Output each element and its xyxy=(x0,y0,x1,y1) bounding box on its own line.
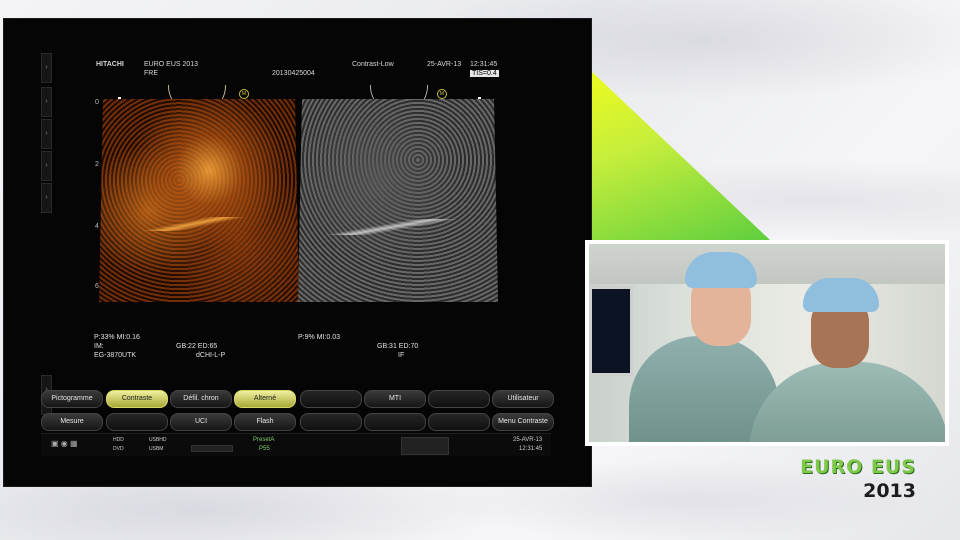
left-param-mode: dCHI-L-P xyxy=(196,352,226,359)
doctor-left-cap xyxy=(685,252,757,288)
alterne-button[interactable]: Alterné xyxy=(234,390,296,408)
usbhd-label: USBHD xyxy=(149,437,167,443)
preset-sub: P55 xyxy=(259,446,270,452)
right-param-line1: P:9% MI:0.03 xyxy=(298,334,341,341)
empty-button-r2-5[interactable] xyxy=(300,413,362,431)
contrast-scan-image xyxy=(99,99,299,302)
status-time: 12:31:45 xyxy=(519,446,543,452)
side-tab-4[interactable]: › xyxy=(41,151,52,181)
marker-icon-right: M xyxy=(437,89,447,99)
pictogramme-button[interactable]: Pictogramme xyxy=(41,390,103,408)
camera-feed-frame xyxy=(585,240,949,446)
empty-button-r2-2[interactable] xyxy=(106,413,168,431)
left-param-line1: P:33% MI:0.16 xyxy=(94,334,140,341)
flash-button[interactable]: Flash xyxy=(234,413,296,431)
marker-icon-left: M xyxy=(239,89,249,99)
camera-shelf xyxy=(589,244,945,284)
side-tab-5[interactable]: › xyxy=(41,183,52,213)
uci-button[interactable]: UCI xyxy=(170,413,232,431)
left-param-gain: GB:22 ED:65 xyxy=(176,343,218,350)
left-param-line2: IM: xyxy=(94,343,104,350)
cine-block xyxy=(401,437,449,455)
camera-monitor xyxy=(589,286,633,376)
event-name: EURO EUS 2013 xyxy=(144,61,199,68)
depth-tick-6: 6 xyxy=(95,283,99,290)
brand-logo: HITACHI xyxy=(96,61,124,68)
left-param-probe: EG-3870UTK xyxy=(94,352,137,359)
contraste-button[interactable]: Contraste xyxy=(106,390,168,408)
progress-block xyxy=(191,445,233,452)
empty-button-r2-7[interactable] xyxy=(428,413,490,431)
ultrasound-monitor: › › › › › › HITACHI EURO EUS 2013 FRE 20… xyxy=(3,18,592,487)
hdd-label: HDD xyxy=(113,437,124,443)
storage-icons: ▣ ◉ ▦ xyxy=(51,439,78,448)
side-tab-2[interactable]: › xyxy=(41,87,52,117)
depth-tick-4: 4 xyxy=(95,223,99,230)
defil-chron-button[interactable]: Défil. chron xyxy=(170,390,232,408)
header-time: 12:31:45 xyxy=(470,61,498,68)
doctor-right-cap xyxy=(803,278,879,312)
imaging-mode: Contrast-Low xyxy=(352,61,394,68)
header-date: 25-AVR-13 xyxy=(427,61,462,68)
empty-button-r1-5[interactable] xyxy=(300,390,362,408)
logo-line1: EURO EUS xyxy=(800,456,916,478)
language-code: FRE xyxy=(144,70,158,77)
empty-button-r1-7[interactable] xyxy=(428,390,490,408)
study-id: 20130425004 xyxy=(272,70,315,77)
doctor-right-scrubs xyxy=(749,362,945,442)
logo-line2: 2013 xyxy=(863,480,916,502)
depth-tick-0: 0 xyxy=(95,99,99,106)
empty-button-r2-6[interactable] xyxy=(364,413,426,431)
dvd-label: DVD xyxy=(113,446,124,452)
utilisateur-button[interactable]: Utilisateur xyxy=(492,390,554,408)
status-date: 25-AVR-13 xyxy=(513,437,543,443)
preset-name: PresetA xyxy=(253,437,275,443)
mti-button[interactable]: MTI xyxy=(364,390,426,408)
right-param-mode: IF xyxy=(398,352,405,359)
tis-index: TIS=0.4 xyxy=(470,70,499,77)
status-strip: ▣ ◉ ▦ HDD DVD USBHD USBM PresetA P55 25-… xyxy=(41,433,551,456)
side-tab-3[interactable]: › xyxy=(41,119,52,149)
menu-contraste-button[interactable]: Menu Contraste xyxy=(492,413,554,431)
camera-feed xyxy=(589,244,945,442)
usbm-label: USBM xyxy=(149,446,164,452)
bmode-scan-image xyxy=(298,99,498,302)
right-param-gain: GB:31 ED:70 xyxy=(377,343,419,350)
euro-eus-logo: EURO EUS 2013 xyxy=(786,455,916,503)
mesure-button[interactable]: Mesure xyxy=(41,413,103,431)
side-tab-1[interactable]: › xyxy=(41,53,52,83)
depth-tick-2: 2 xyxy=(95,161,99,168)
